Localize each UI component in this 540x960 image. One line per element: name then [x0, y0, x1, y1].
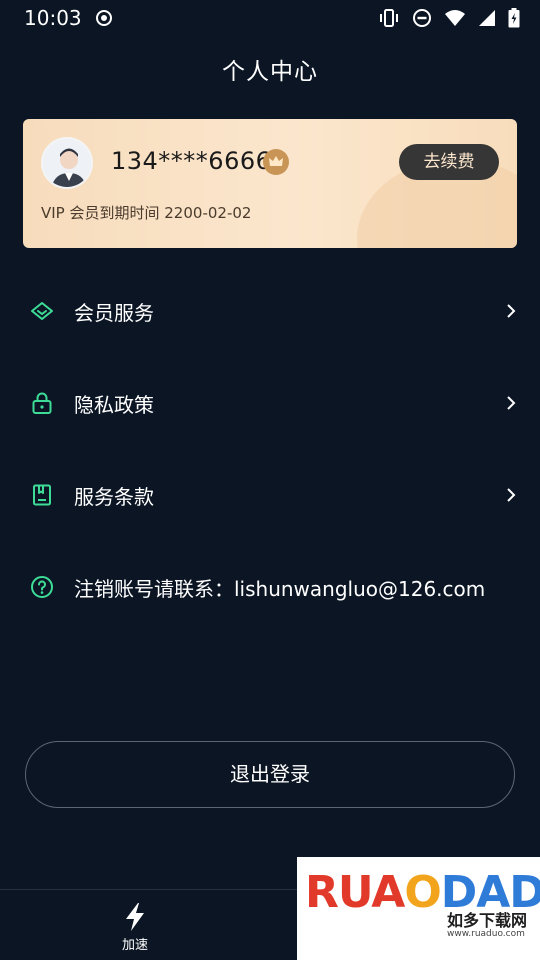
- watermark-logo: RUAODADO 如多下载网 www.ruaduo.com: [297, 857, 540, 960]
- battery-icon: [508, 8, 520, 28]
- do-not-disturb-icon: [413, 9, 431, 27]
- nav-item-accelerate[interactable]: 加速: [100, 902, 170, 958]
- wifi-icon: [445, 10, 465, 26]
- status-icons: [378, 6, 520, 30]
- profile-screen: 10:03 个人中心 134****6666 去续费 VIP 会员到期时间 22…: [0, 0, 540, 960]
- vibrate-icon: [380, 9, 398, 27]
- phone-number: 134****6666: [111, 147, 272, 175]
- contact-email-text: 注销账号请联系：lishunwangluo@126.com: [74, 577, 486, 601]
- chevron-right-icon: [507, 396, 516, 410]
- menu-item-privacy-policy[interactable]: 隐私政策: [0, 373, 540, 433]
- chevron-right-icon: [507, 488, 516, 502]
- menu-item-label: 隐私政策: [74, 393, 154, 417]
- vip-card: 134****6666 去续费 VIP 会员到期时间 2200-02-02: [23, 119, 517, 248]
- chevron-right-icon: [507, 304, 516, 318]
- logout-button[interactable]: 退出登录: [25, 741, 515, 808]
- watermark-subtitle: 如多下载网: [447, 911, 528, 930]
- user-avatar-icon: [43, 139, 91, 187]
- menu-item-label: 服务条款: [74, 485, 154, 509]
- record-indicator-icon: [96, 10, 112, 26]
- vip-expire-text: VIP 会员到期时间 2200-02-02: [41, 204, 252, 222]
- lightning-icon: [126, 903, 144, 931]
- diamond-icon: [31, 302, 53, 320]
- avatar[interactable]: [41, 137, 93, 189]
- page-title: 个人中心: [222, 59, 318, 85]
- document-icon: [33, 484, 51, 506]
- watermark-url: www.ruaduo.com: [447, 929, 525, 939]
- account-cancel-contact: 注销账号请联系：lishunwangluo@126.com: [0, 557, 540, 617]
- status-bar: 10:03: [0, 0, 540, 36]
- help-circle-icon: [31, 576, 53, 598]
- menu-item-terms-of-service[interactable]: 服务条款: [0, 465, 540, 525]
- menu-item-label: 会员服务: [74, 301, 154, 325]
- nav-item-label: 加速: [121, 938, 148, 953]
- menu-item-member-service[interactable]: 会员服务: [0, 281, 540, 341]
- signal-icon: [479, 10, 495, 26]
- crown-icon: [263, 149, 289, 175]
- renew-button[interactable]: 去续费: [399, 144, 499, 180]
- lock-icon: [32, 392, 52, 414]
- status-time: 10:03: [24, 6, 82, 30]
